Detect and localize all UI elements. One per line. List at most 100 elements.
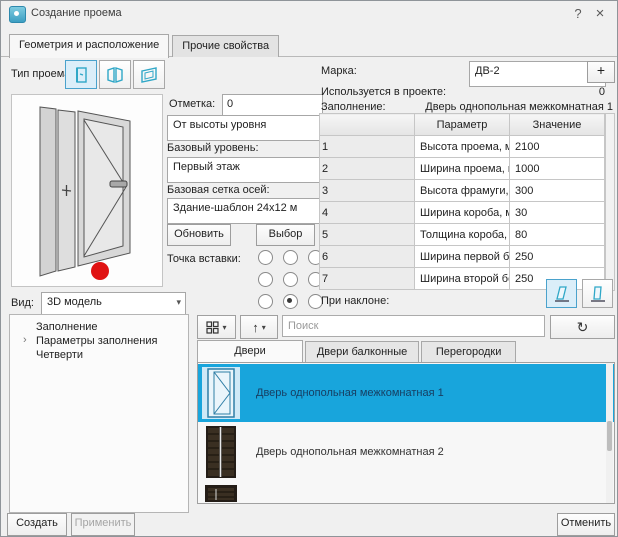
opening-type-single-button[interactable] [65,60,97,89]
base-grid-combobox[interactable]: Здание-шаблон 24x12 м ▾ [167,198,338,224]
table-row[interactable]: 1 Высота проема, мм 2100 [320,136,605,158]
list-item-label: Дверь однопольная межкомнатная 2 [256,446,444,458]
list-item-door-3-partial[interactable] [198,482,614,502]
row-value[interactable]: 300 [510,180,605,202]
select-button[interactable]: Выбор [256,224,315,246]
search-input[interactable] [282,315,545,337]
window-title: Создание проема [31,7,122,19]
properties-tree: Заполнение › Параметры заполнения Четвер… [9,314,189,513]
table-row[interactable]: 6 Ширина первой боковой панели, мм 250 [320,246,605,268]
table-row[interactable]: 4 Ширина короба, мм 30 [320,202,605,224]
row-param: Толщина короба, мм [415,224,510,246]
tree-item-infill[interactable]: Заполнение [10,320,188,334]
tree-item-infill-params[interactable]: › Параметры заполнения [10,334,188,348]
row-value[interactable]: 250 [510,246,605,268]
row-value[interactable]: 2100 [510,136,605,158]
list-item-label: Дверь однопольная межкомнатная 1 [256,387,444,399]
insertion-point-radio-mid-left[interactable] [258,272,273,287]
row-num: 5 [320,224,415,246]
insertion-point-radio-mid-center[interactable] [283,272,298,287]
up-arrow-icon: ↑ [252,320,259,335]
mark-combobox[interactable]: ДВ-2 ▾ [469,61,606,87]
table-row[interactable]: 3 Высота фрамуги, мм 300 [320,180,605,202]
library-tab-balcony-doors[interactable]: Двери балконные [305,341,419,364]
elevation-mode-value: От высоты уровня [173,119,266,131]
insertion-point-radio-bottom-center[interactable] [283,294,298,309]
close-button[interactable]: × [591,5,609,23]
row-param: Высота фрамуги, мм [415,180,510,202]
tilted-opening-icon [552,284,572,304]
header-parameter: Параметр [415,114,510,136]
row-param: Ширина второй боковой панели, мм [415,268,510,290]
door-1-thumbnail [202,367,240,419]
insertion-point-label: Точка вставки: [167,253,241,265]
row-num: 3 [320,180,415,202]
update-button[interactable]: Обновить [167,224,231,246]
row-param: Ширина проема, мм [415,158,510,180]
opening-type-double-button[interactable] [99,60,131,89]
wide-opening-icon [139,65,159,85]
insertion-point-radio-bottom-left[interactable] [258,294,273,309]
chevron-down-icon: ▾ [176,295,181,309]
door-3-thumbnail [202,483,240,502]
library-list: Дверь однопольная межкомнатная 1 Дверь о… [197,362,615,504]
insertion-point-dot [91,262,109,280]
insertion-point-radio-top-left[interactable] [258,250,273,265]
door-2-thumbnail [202,425,240,479]
list-item-door-2[interactable]: Дверь однопольная межкомнатная 2 [198,422,614,482]
library-tabstrip: Двери Двери балконные Перегородки Проемы… [197,340,617,363]
mark-label: Марка: [321,65,357,77]
grid-view-icon [206,321,219,334]
parameters-table: Параметр Значение 1 Высота проема, мм 21… [319,113,605,290]
insertion-point-radio-top-center[interactable] [283,250,298,265]
door-3d-preview [12,95,160,284]
tree-item-infill-params-label: Параметры заполнения [36,335,157,347]
list-item-door-1[interactable]: Дверь однопольная межкомнатная 1 [198,364,614,422]
table-scrollbar-gutter [605,113,615,291]
tree-item-quarters[interactable]: Четверти [10,348,188,362]
view-mode-splitbutton[interactable]: ▾ [197,315,236,339]
table-row[interactable]: 5 Толщина короба, мм 80 [320,224,605,246]
sort-splitbutton[interactable]: ↑ ▾ [240,315,278,339]
opening-type-wide-button[interactable] [133,60,165,89]
library-tab-partitions[interactable]: Перегородки [421,341,516,364]
create-opening-dialog: Создание проема ? × Геометрия и располож… [0,0,618,537]
tab-geometry-placement[interactable]: Геометрия и расположение [9,34,169,58]
row-param: Ширина первой боковой панели, мм [415,246,510,268]
door-preview-panel [11,94,163,287]
add-mark-button[interactable]: + [587,61,615,83]
cancel-button[interactable]: Отменить [557,513,615,536]
table-row[interactable]: 2 Ширина проема, мм 1000 [320,158,605,180]
view-label: Вид: [11,297,34,309]
apply-button[interactable]: Применить [71,513,135,536]
mark-combobox-value: ДВ-2 [475,65,500,77]
base-grid-value: Здание-шаблон 24x12 м [173,202,297,214]
scrollbar-thumb[interactable] [607,421,612,451]
infill-value: Дверь однопольная межкомнатная 1 [405,101,613,113]
single-door-icon [71,65,91,85]
refresh-button[interactable]: ↻ [550,315,615,339]
row-num: 6 [320,246,415,268]
dialog-tabstrip: Геометрия и расположение Прочие свойства [1,34,617,57]
create-button[interactable]: Создать [7,513,67,536]
tab-other-properties[interactable]: Прочие свойства [172,35,279,57]
row-num: 7 [320,268,415,290]
base-level-combobox[interactable]: Первый этаж ▾ [167,157,338,183]
chevron-down-icon: ▾ [262,323,266,332]
row-value[interactable]: 30 [510,202,605,224]
library-tab-doors[interactable]: Двери [197,340,303,364]
expander-icon[interactable]: › [23,334,27,346]
list-scrollbar[interactable] [606,363,613,503]
double-door-icon [105,65,125,85]
view-combobox-value: 3D модель [47,296,102,308]
elevation-mode-combobox[interactable]: От высоты уровня ▾ [167,115,338,141]
used-in-project-label: Используется в проекте: [321,86,446,98]
help-button[interactable]: ? [569,5,587,23]
tilt-option-1-button[interactable] [546,279,577,308]
app-icon [9,6,26,23]
refresh-icon: ↻ [577,319,589,336]
row-value[interactable]: 1000 [510,158,605,180]
tilt-option-2-button[interactable] [582,279,613,308]
row-value[interactable]: 80 [510,224,605,246]
row-num: 4 [320,202,415,224]
